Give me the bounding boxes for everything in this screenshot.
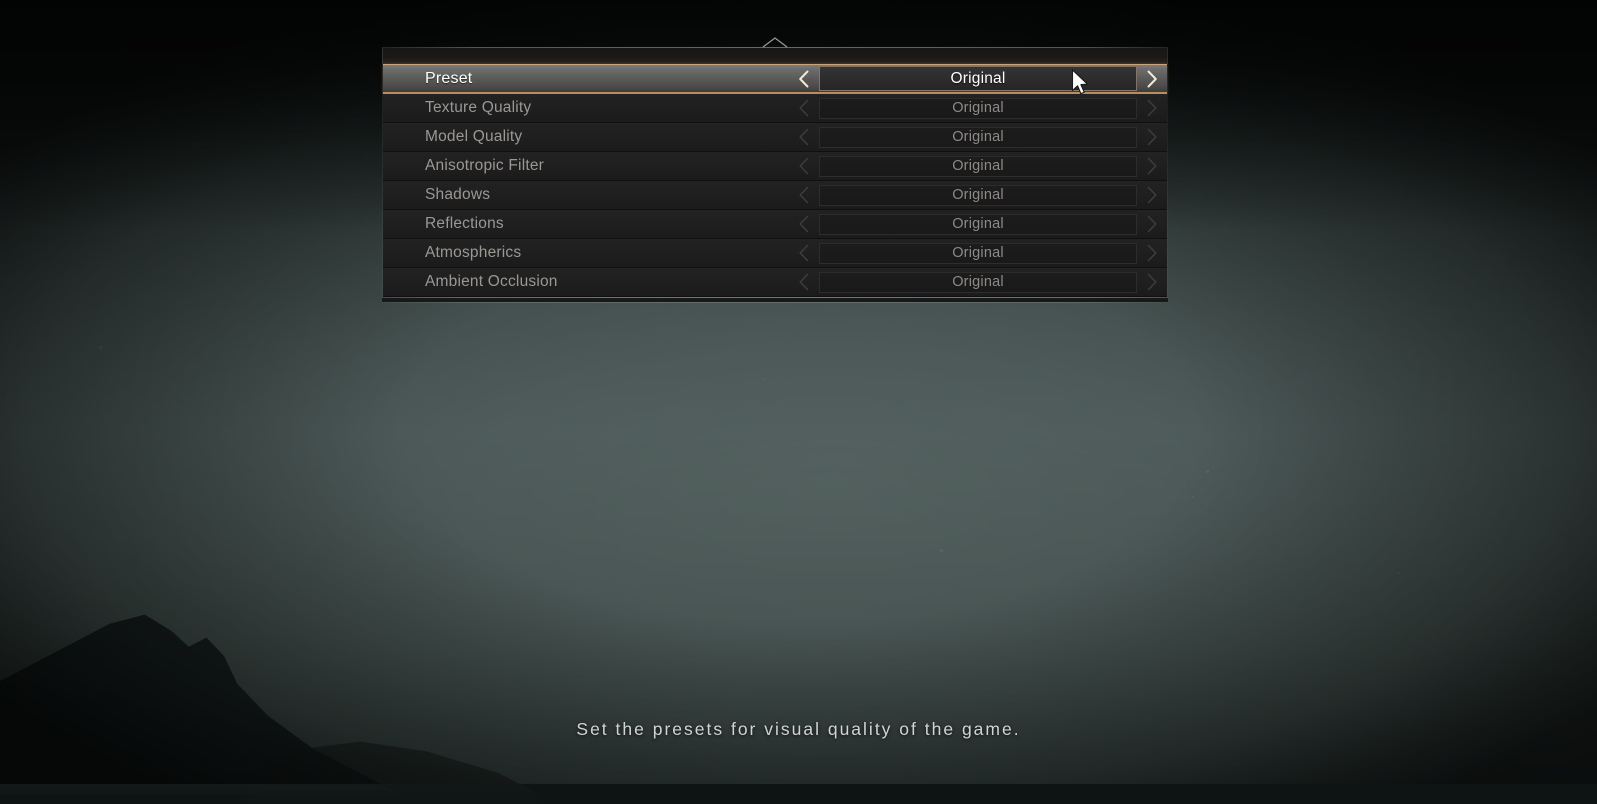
background-speck	[764, 378, 766, 380]
background-speck	[1398, 572, 1400, 574]
chevron-left-icon[interactable]	[789, 99, 819, 117]
settings-row-value[interactable]: Original	[819, 97, 1137, 119]
settings-row-value[interactable]: Original	[819, 155, 1137, 177]
chevron-right-icon[interactable]	[1137, 244, 1167, 262]
background-speck	[940, 549, 943, 552]
settings-row-value[interactable]: Original	[819, 213, 1137, 235]
settings-row-label: Texture Quality	[425, 99, 532, 116]
chevron-right-icon[interactable]	[1137, 99, 1167, 117]
settings-row-value[interactable]: Original	[819, 271, 1137, 293]
settings-row-value[interactable]: Original	[819, 184, 1137, 206]
settings-row-label: Shadows	[425, 186, 491, 203]
setting-description: Set the presets for visual quality of th…	[576, 719, 1021, 739]
settings-row[interactable]: Anisotropic Filter Original	[383, 152, 1167, 181]
background-speck	[1206, 470, 1209, 473]
settings-row[interactable]: Ambient Occlusion Original	[383, 268, 1167, 297]
chevron-right-icon[interactable]	[1137, 157, 1167, 175]
background-speck	[1192, 496, 1194, 498]
background-speck	[262, 110, 265, 113]
chevron-right-icon[interactable]	[1137, 186, 1167, 204]
chevron-up-icon[interactable]	[760, 35, 790, 48]
graphics-settings-panel: Preset Original Texture Quality Original Mod…	[382, 37, 1168, 303]
settings-row-label: Model Quality	[425, 128, 523, 145]
chevron-left-icon[interactable]	[789, 186, 819, 204]
settings-row[interactable]: Texture Quality Original	[383, 94, 1167, 123]
chevron-left-icon[interactable]	[789, 128, 819, 146]
settings-row[interactable]: Model Quality Original	[383, 123, 1167, 152]
chevron-left-icon[interactable]	[789, 70, 819, 88]
chevron-left-icon[interactable]	[789, 273, 819, 291]
settings-row-value[interactable]: Original	[819, 126, 1137, 148]
settings-row-label: Atmospherics	[425, 244, 522, 261]
background-speck	[99, 346, 102, 349]
settings-row[interactable]: Atmospherics Original	[383, 239, 1167, 268]
background-speck	[1455, 24, 1458, 27]
settings-row-label: Reflections	[425, 215, 504, 232]
settings-row[interactable]: Preset Original	[383, 64, 1167, 94]
terrain-silhouette-left	[0, 614, 400, 794]
chevron-right-icon[interactable]	[1137, 273, 1167, 291]
settings-row-label: Preset	[425, 69, 473, 87]
settings-row-label: Ambient Occlusion	[425, 273, 558, 290]
chevron-right-icon[interactable]	[1137, 70, 1167, 88]
settings-row-list: Preset Original Texture Quality Original Mod…	[382, 64, 1168, 297]
chevron-right-icon[interactable]	[1137, 128, 1167, 146]
panel-top-spacer	[382, 48, 1168, 64]
settings-row-value[interactable]: Original	[819, 242, 1137, 264]
settings-row-value[interactable]: Original	[819, 66, 1137, 91]
chevron-left-icon[interactable]	[789, 215, 819, 233]
terrain-silhouette-center	[240, 741, 540, 804]
chevron-left-icon[interactable]	[789, 244, 819, 262]
settings-row-label: Anisotropic Filter	[425, 157, 545, 174]
chevron-right-icon[interactable]	[1137, 215, 1167, 233]
settings-row[interactable]: Reflections Original	[383, 210, 1167, 239]
chevron-left-icon[interactable]	[789, 157, 819, 175]
panel-bottom-divider-secondary	[382, 302, 1168, 303]
settings-row[interactable]: Shadows Original	[383, 181, 1167, 210]
